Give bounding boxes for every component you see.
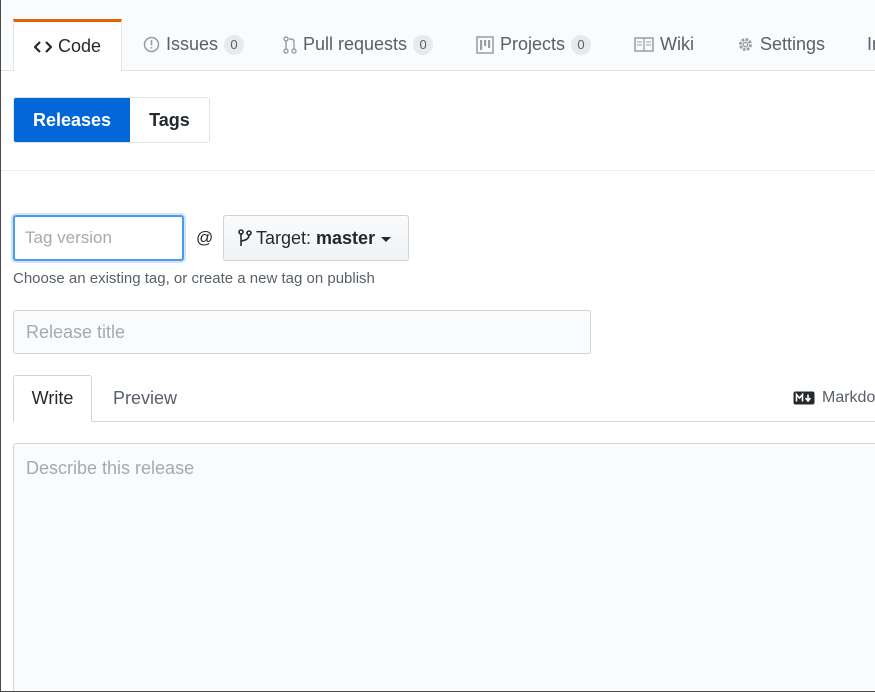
tab-pull-requests[interactable]: Pull requests 0 [283,19,434,70]
tab-projects[interactable]: Projects 0 [476,19,592,70]
markdown-icon [793,391,815,405]
release-description-textarea[interactable] [13,443,875,691]
target-label: Target: [256,227,312,248]
tab-projects-label: Projects [500,34,566,54]
write-tab[interactable]: Write [13,375,92,422]
markdown-support-note[interactable]: Markdo [793,389,875,407]
tab-code-label: Code [58,36,102,56]
section-divider [1,170,875,171]
issues-count: 0 [224,34,245,55]
tab-insights[interactable]: In [867,19,875,70]
tab-wiki-label: Wiki [660,34,694,54]
tab-settings-label: Settings [760,34,826,54]
tab-wiki[interactable]: Wiki [634,19,694,70]
code-icon [34,40,52,54]
gear-icon [737,36,754,53]
issue-opened-icon [143,36,160,53]
tags-tab[interactable]: Tags [130,98,209,142]
tab-code[interactable]: Code [13,19,123,71]
tab-insights-label: In [867,34,875,54]
book-icon [634,37,654,52]
projects-count: 0 [571,34,592,55]
markdown-label: Markdo [822,389,875,406]
tag-version-input[interactable] [13,215,184,261]
releases-subnav: Releases Tags [13,97,210,143]
target-branch-name: master [316,227,376,248]
project-icon [476,35,494,54]
repo-nav: Code Issues 0 Pull requests 0 Projects 0 [1,0,875,71]
tab-settings[interactable]: Settings [737,19,825,70]
preview-tab[interactable]: Preview [113,375,177,422]
target-branch-button[interactable]: Target: master [223,215,409,261]
tag-hint-text: Choose an existing tag, or create a new … [13,270,375,287]
at-separator: @ [196,228,214,247]
tab-issues-label: Issues [166,34,219,54]
tab-issues[interactable]: Issues 0 [143,19,245,70]
tab-pull-requests-label: Pull requests [303,34,408,54]
release-title-input[interactable] [13,310,591,354]
pull-requests-count: 0 [413,34,434,55]
release-editor-page: Code Issues 0 Pull requests 0 Projects 0 [0,0,875,692]
git-pull-request-icon [283,35,297,54]
releases-tab[interactable]: Releases [14,98,131,142]
git-branch-icon [238,229,252,247]
caret-down-icon [381,236,392,242]
